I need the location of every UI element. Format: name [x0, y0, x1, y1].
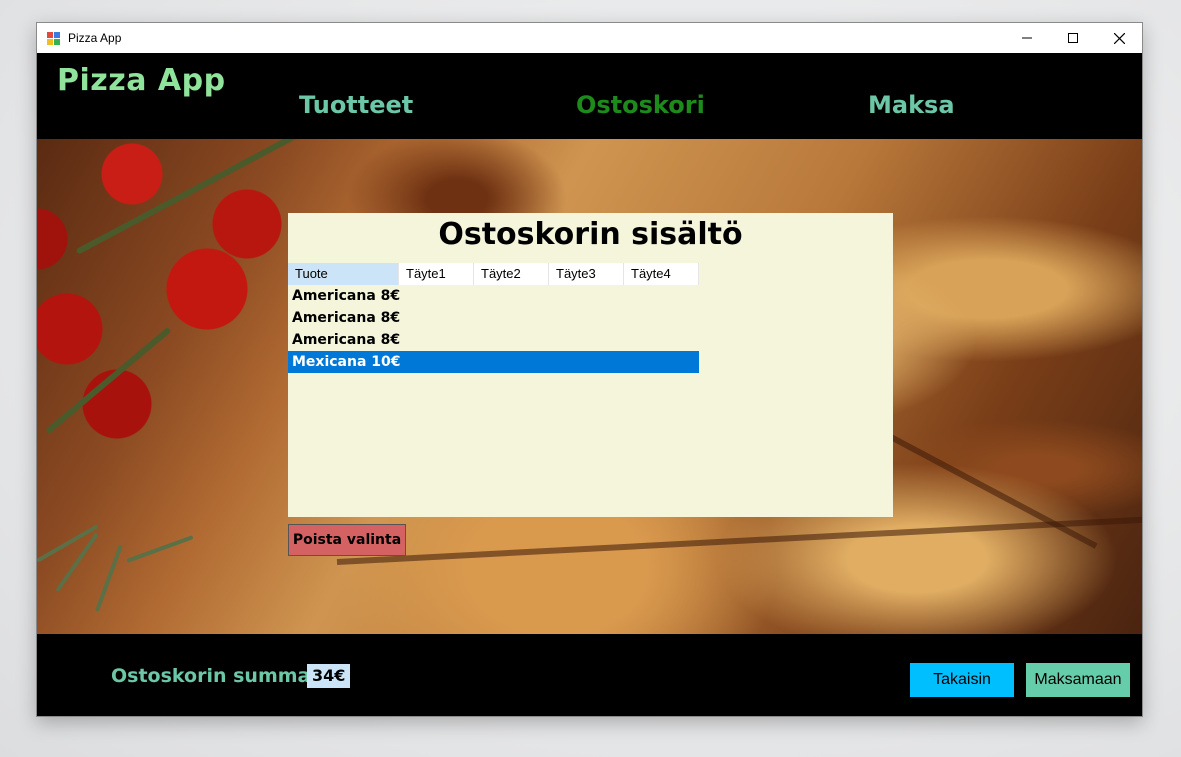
list-item[interactable]: Americana 8€: [288, 307, 699, 329]
nav-tuotteet[interactable]: Tuotteet: [299, 91, 413, 119]
minimize-icon[interactable]: [1004, 23, 1050, 53]
column-header-tuote[interactable]: Tuote: [288, 263, 399, 285]
cart-list[interactable]: Tuote Täyte1 Täyte2 Täyte3 Täyte4 Americ…: [288, 263, 699, 513]
top-navigation-bar: Pizza App Tuotteet Ostoskori Maksa: [37, 53, 1142, 139]
nav-maksa[interactable]: Maksa: [868, 91, 955, 119]
rosemary-leaf: [95, 544, 123, 612]
list-header: Tuote Täyte1 Täyte2 Täyte3 Täyte4: [288, 263, 699, 285]
window-title: Pizza App: [68, 31, 122, 45]
cart-sum-value: 34€: [307, 664, 351, 688]
tomato-vine: [45, 326, 172, 435]
app-icon: [46, 30, 62, 46]
close-icon[interactable]: [1096, 23, 1142, 53]
title-bar[interactable]: Pizza App: [37, 23, 1142, 53]
pizza-slice-cut: [336, 516, 1142, 565]
pizza-background-image: Ostoskorin sisältö Tuote Täyte1 Täyte2 T…: [37, 139, 1142, 634]
delete-selection-button[interactable]: Poista valinta: [288, 524, 406, 556]
rosemary-leaf: [126, 535, 194, 563]
list-item[interactable]: Americana 8€: [288, 329, 699, 351]
column-header-tayte3[interactable]: Täyte3: [549, 263, 624, 285]
brand-title: Pizza App: [57, 63, 226, 98]
column-header-tayte4[interactable]: Täyte4: [624, 263, 699, 285]
app-window: Pizza App Pizza App Tuotteet Ostoskori M…: [36, 22, 1143, 717]
list-item-selected[interactable]: Mexicana 10€: [288, 351, 699, 373]
cart-sum-label: Ostoskorin summa:: [111, 665, 318, 687]
nav-ostoskori[interactable]: Ostoskori: [576, 91, 705, 119]
tomato-vine: [75, 139, 308, 255]
back-button[interactable]: Takaisin: [910, 663, 1014, 697]
list-item[interactable]: Americana 8€: [288, 285, 699, 307]
column-header-tayte1[interactable]: Täyte1: [399, 263, 474, 285]
footer-bar: Ostoskorin summa: 34€ Takaisin Maksamaan: [37, 634, 1142, 716]
pay-button[interactable]: Maksamaan: [1026, 663, 1130, 697]
column-header-tayte2[interactable]: Täyte2: [474, 263, 549, 285]
cart-title: Ostoskorin sisältö: [438, 217, 743, 252]
maximize-icon[interactable]: [1050, 23, 1096, 53]
rosemary-leaf: [55, 532, 99, 593]
cart-panel: Ostoskorin sisältö Tuote Täyte1 Täyte2 T…: [288, 213, 893, 517]
